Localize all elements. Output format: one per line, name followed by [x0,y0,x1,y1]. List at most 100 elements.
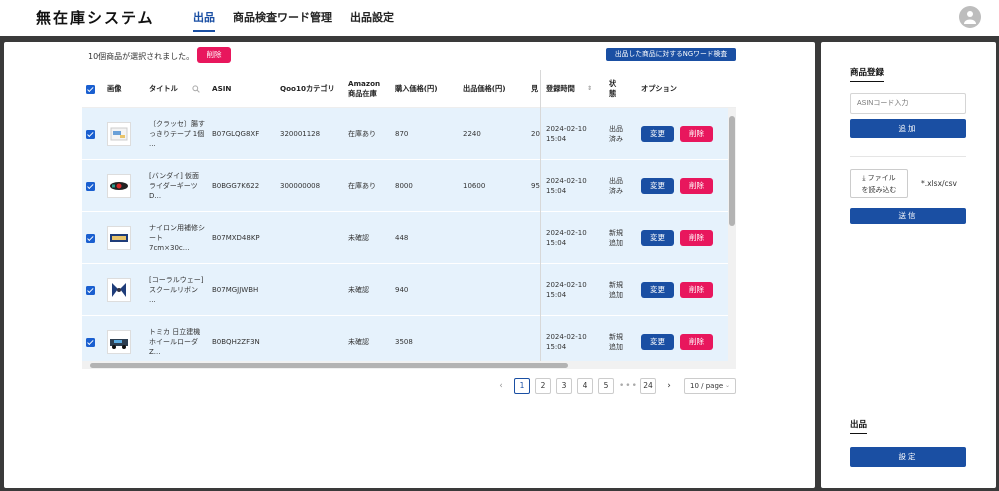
product-title[interactable]: ナイロン用補修シート 7cm×30c... [149,212,205,264]
search-icon[interactable] [192,70,200,108]
product-truncated-value: 95 [531,181,540,190]
registered-time: 15:04 [546,135,567,143]
product-title[interactable]: 〔クラッセ〕腸すっきりテープ 1個 ... [149,108,205,160]
row-checkbox[interactable] [86,337,95,347]
product-purchase-price: 940 [395,285,409,294]
product-table: 画像 タイトル ASIN Qoo10カテゴリ Amazon 商品在庫 購入価格(… [82,70,736,369]
col-options: オプション [641,84,677,94]
page-1[interactable]: 1 [514,378,530,394]
file-import-button[interactable]: ⤓ ファイル を読み込む [850,169,908,198]
product-title[interactable]: [コーラルウェー] スクールリボン ... [149,264,205,316]
delete-button[interactable]: 削除 [680,178,713,194]
registered-date: 2024-02-10 [546,176,587,185]
col-status: 状態 [609,79,617,98]
col-purchase-price: 購入価格(円) [395,84,438,94]
registered-time: 15:04 [546,343,567,351]
ng-word-check-button[interactable]: 出品した商品に対するNGワード検査 [606,48,736,61]
product-category: 300000008 [280,181,321,190]
nav-inspection-words[interactable]: 商品検査ワード管理 [233,9,332,32]
product-stock: 未確認 [348,233,369,242]
col-qoo10-category: Qoo10カテゴリ [280,84,335,94]
col-title: タイトル [149,84,178,94]
table-row[interactable]: ナイロン用補修シート 7cm×30c... B07MXD48KP 未確認 448 202… [82,212,728,264]
next-page-button[interactable]: › [661,381,677,391]
side-panel: 商品登録 追加 ⤓ ファイル を読み込む *.xlsx/csv 送信 出品 設定 [821,42,996,488]
product-title[interactable]: [バンダイ] 仮面ライダーギーツ D... [149,160,205,212]
registered-date: 2024-02-10 [546,280,587,289]
product-asin: B07GLQG8XF [212,129,260,138]
delete-button[interactable]: 削除 [680,230,713,246]
main-panel: 10個商品が選択されました。 削除 出品した商品に対するNGワード検査 画像 タ… [4,42,815,488]
nav-listing-settings[interactable]: 出品設定 [350,9,394,32]
row-checkbox[interactable] [86,181,95,191]
registered-time: 15:04 [546,239,567,247]
bulk-delete-button[interactable]: 削除 [197,47,231,63]
nav-listing[interactable]: 出品 [193,9,215,32]
registered-date: 2024-02-10 [546,228,587,237]
product-thumbnail [107,330,131,354]
product-thumbnail [107,174,131,198]
user-avatar-icon[interactable] [959,6,981,28]
page-size-select[interactable]: 10 / page ⌄ [684,378,736,394]
selection-count-text: 10個商品が選択されました。 [88,52,195,61]
edit-button[interactable]: 変更 [641,230,674,246]
edit-button[interactable]: 変更 [641,282,674,298]
table-row[interactable]: 〔クラッセ〕腸すっきりテープ 1個 ... B07GLQG8XF 320001128… [82,108,728,160]
page-size-value: 10 / page [690,382,724,390]
page-2[interactable]: 2 [535,378,551,394]
product-truncated-value [531,264,540,316]
chevron-down-icon: ⌄ [724,382,730,389]
row-checkbox[interactable] [86,233,95,243]
product-asin: B07MGJJWBH [212,285,259,294]
listing-settings-button[interactable]: 設定 [850,447,966,467]
top-header: 無在庫システム 出品 商品検査ワード管理 出品設定 [0,0,999,36]
vertical-scroll-thumb[interactable] [729,116,735,226]
product-purchase-price: 448 [395,233,409,242]
product-truncated-value [531,212,540,264]
col-image: 画像 [107,84,122,94]
product-status: 出品済み [609,124,623,143]
listing-section-title: 出品 [850,418,868,434]
product-sale-price: 2240 [463,129,481,138]
product-truncated-value: 20 [531,129,540,138]
page-last[interactable]: 24 [640,378,656,394]
page-5[interactable]: 5 [598,378,614,394]
edit-button[interactable]: 変更 [641,334,674,350]
row-checkbox[interactable] [86,285,95,295]
product-stock: 在庫あり [348,181,376,190]
registered-time: 15:04 [546,291,567,299]
edit-button[interactable]: 変更 [641,178,674,194]
delete-button[interactable]: 削除 [680,126,713,142]
fixed-column-divider [540,70,541,369]
registered-date: 2024-02-10 [546,124,587,133]
product-status: 新規追加 [609,228,623,247]
delete-button[interactable]: 削除 [680,334,713,350]
product-stock: 在庫あり [348,129,376,138]
add-button[interactable]: 追加 [850,119,966,138]
edit-button[interactable]: 変更 [641,126,674,142]
file-label-line1: ファイル [867,174,896,182]
product-sale-price: 10600 [463,181,486,190]
prev-page-button[interactable]: ‹ [493,381,509,391]
product-thumbnail [107,278,131,302]
table-row[interactable]: [コーラルウェー] スクールリボン ... B07MGJJWBH 未確認 940 202… [82,264,728,316]
sort-icon[interactable]: ⇕ [587,70,592,108]
table-row[interactable]: [バンダイ] 仮面ライダーギーツ D... B0BGG7K622 300000008… [82,160,728,212]
main-nav: 出品 商品検査ワード管理 出品設定 [193,9,394,32]
send-button[interactable]: 送信 [850,208,966,224]
page-4[interactable]: 4 [577,378,593,394]
col-truncated: 見 [531,84,539,94]
divider [850,156,966,157]
pagination: ‹ 1 2 3 4 5 ••• 24 › 10 / page ⌄ [493,378,736,394]
page-ellipsis[interactable]: ••• [619,381,637,391]
row-checkbox[interactable] [86,129,95,139]
horizontal-scroll-thumb[interactable] [90,363,568,368]
registered-date: 2024-02-10 [546,332,587,341]
select-all-checkbox[interactable] [86,84,95,94]
file-type-hint: *.xlsx/csv [921,179,957,188]
delete-button[interactable]: 削除 [680,282,713,298]
page-3[interactable]: 3 [556,378,572,394]
table-header: 画像 タイトル ASIN Qoo10カテゴリ Amazon 商品在庫 購入価格(… [82,70,736,108]
asin-input[interactable] [850,93,966,114]
product-thumbnail [107,122,131,146]
